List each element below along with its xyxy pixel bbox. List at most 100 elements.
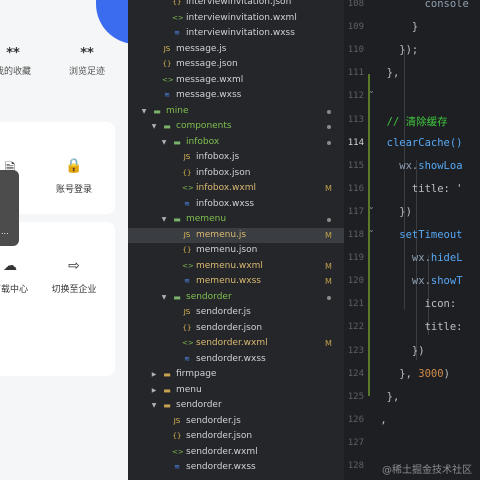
folder-row[interactable]: ▼ ▬ sendorder (128, 398, 344, 414)
file-row[interactable]: <> message.wxml (128, 73, 344, 89)
line-number: 121 (347, 299, 364, 310)
file-name: memenu.wxml (196, 260, 263, 271)
chevron-right-icon[interactable]: ▶ (150, 367, 158, 383)
line-number: 112 (347, 91, 364, 102)
code-line: clearCache() (382, 137, 463, 149)
line-number: 114 (347, 137, 364, 148)
folder-icon: ▬ (162, 476, 172, 480)
file-name: sendorder.wxss (196, 353, 266, 364)
code-token: }) (411, 344, 425, 357)
chevron-right-icon[interactable]: ▶ (150, 383, 158, 399)
code-token: clearCache() (382, 136, 463, 149)
file-row[interactable]: <> interviewinvitation.wxml (128, 11, 344, 27)
file-row[interactable]: {} sendorder.json (128, 429, 344, 445)
code-token: wx. (411, 275, 431, 288)
file-name: sendorder.wxml (196, 338, 268, 348)
file-name: sendorder.js (186, 415, 241, 426)
chevron-down-icon[interactable]: ▼ (150, 398, 158, 414)
menu-item-label: 账号登录 (55, 185, 92, 195)
folder-icon: ▬ (163, 401, 171, 410)
modified-badge: M (325, 261, 332, 271)
folder-row[interactable]: ▶ ▬ menu (128, 383, 344, 399)
file-name: memenu.js (196, 229, 247, 240)
file-name: infobox.json (196, 167, 251, 178)
folder-row[interactable]: ▼ ▬ memenu (128, 212, 344, 228)
code-token: wx. (399, 159, 419, 172)
line-number: 124 (347, 368, 364, 379)
folder-row[interactable]: ▼ ▬ components (128, 119, 344, 135)
wxss-file-icon: ≋ (174, 29, 180, 37)
file-row[interactable]: JS sendorder.js (128, 414, 344, 430)
line-number: 119 (347, 253, 364, 264)
file-name: infobox.js (196, 152, 240, 162)
file-name: menu (176, 384, 202, 395)
wxss-file-icon: ≋ (164, 91, 170, 99)
stat-favorites[interactable]: ** 我的收藏 (0, 46, 38, 77)
stat-history[interactable]: ** 浏览足迹 (62, 46, 112, 77)
file-row[interactable]: {} message.json (128, 57, 344, 73)
file-name: memenu.json (196, 245, 258, 255)
file-name: userpage (176, 476, 218, 480)
folder-row[interactable]: ▼ ▬ sendorder (128, 290, 344, 306)
file-row[interactable]: <> memenu.wxml M (128, 259, 344, 275)
file-row[interactable]: <> sendorder.wxml (128, 445, 344, 461)
line-number: 118 (347, 230, 364, 240)
miniprogram-preview: ** 我的收藏 ** 浏览足迹 🗎 企业 🔒 账号登录 ☁ 下载中心 ⇨ 切换至… (0, 0, 128, 480)
line-number: 115 (347, 160, 364, 171)
code-editor[interactable]: console } }); }, // 清除缓存 clearCache() wx… (382, 0, 480, 480)
file-row[interactable]: JS sendorder.js (128, 305, 344, 321)
wxss-file-icon: ≋ (184, 199, 190, 208)
json-file-icon: {} (162, 60, 172, 68)
file-row[interactable]: {} memenu.json (128, 243, 344, 259)
file-row[interactable]: JS message.js (128, 42, 344, 58)
code-token: title: ' (382, 182, 463, 195)
line-number: 113 (347, 114, 364, 125)
file-name: message.js (176, 43, 227, 54)
json-file-icon: {} (182, 323, 192, 332)
stat-value: ** (6, 46, 20, 61)
file-row[interactable]: ≋ infobox.wxss (128, 197, 344, 213)
menu-item-switch-enterprise[interactable]: ⇨ 切换至企业 (44, 258, 104, 295)
chevron-down-icon[interactable]: ▼ (150, 119, 158, 135)
file-row[interactable]: ≋ message.wxss (128, 88, 344, 104)
file-row[interactable]: {} interviewinvitation.json (128, 0, 344, 11)
file-name: interviewinvitation.wxml (186, 12, 297, 23)
chevron-down-icon[interactable]: ▼ (160, 212, 168, 228)
chevron-down-icon[interactable]: ▼ (140, 104, 148, 120)
header-background (96, 0, 128, 44)
file-name: sendorder (176, 400, 222, 410)
file-name: components (176, 121, 232, 131)
menu-item-label: 下载中心 (0, 285, 28, 295)
file-row[interactable]: ≋ interviewinvitation.wxss (128, 26, 344, 42)
file-row[interactable]: JS memenu.js M (128, 227, 344, 243)
file-row[interactable]: JS infobox.js (128, 150, 344, 166)
file-row[interactable]: {} infobox.json (128, 166, 344, 182)
code-token: }, (382, 414, 387, 426)
folder-row[interactable]: ▶ ▬ userpage (128, 476, 344, 480)
code-line: // 清除缓存 (382, 114, 448, 129)
folder-icon: ▬ (173, 137, 181, 147)
code-token: showT (430, 275, 463, 288)
file-row[interactable]: ≋ sendorder.wxss (128, 352, 344, 368)
file-name: infobox (186, 136, 220, 147)
file-row[interactable]: <> infobox.wxml M (128, 181, 344, 197)
chevron-down-icon[interactable]: ▼ (160, 290, 168, 306)
code-line: title: (382, 321, 463, 333)
folder-row[interactable]: ▼ ▬ infobox (128, 135, 344, 151)
file-row[interactable]: {} sendorder.json (128, 321, 344, 337)
file-row[interactable]: ≋ sendorder.wxss (128, 460, 344, 476)
chevron-right-icon[interactable]: ▶ (150, 476, 158, 480)
file-name: mine (166, 105, 189, 116)
folder-row[interactable]: ▼ ▬ mine (128, 104, 344, 120)
menu-item-download-center[interactable]: ☁ 下载中心 (0, 258, 40, 295)
file-name: interviewinvitation.wxss (186, 28, 295, 38)
modified-badge: M (325, 230, 332, 240)
file-row[interactable]: ≋ memenu.wxss M (128, 274, 344, 290)
menu-item-label: 切换至企业 (51, 285, 97, 295)
chevron-down-icon[interactable]: ▼ (160, 135, 168, 151)
line-number-gutter: 108 109 110 111 112 113 114 115 116 117 118 119 120 1… (344, 0, 382, 480)
file-row[interactable]: <> sendorder.wxml M (128, 336, 344, 352)
folder-row[interactable]: ▶ ▬ firmpage (128, 367, 344, 383)
line-number: 108 (347, 0, 364, 9)
menu-item-account-login[interactable]: 🔒 账号登录 (44, 158, 104, 195)
